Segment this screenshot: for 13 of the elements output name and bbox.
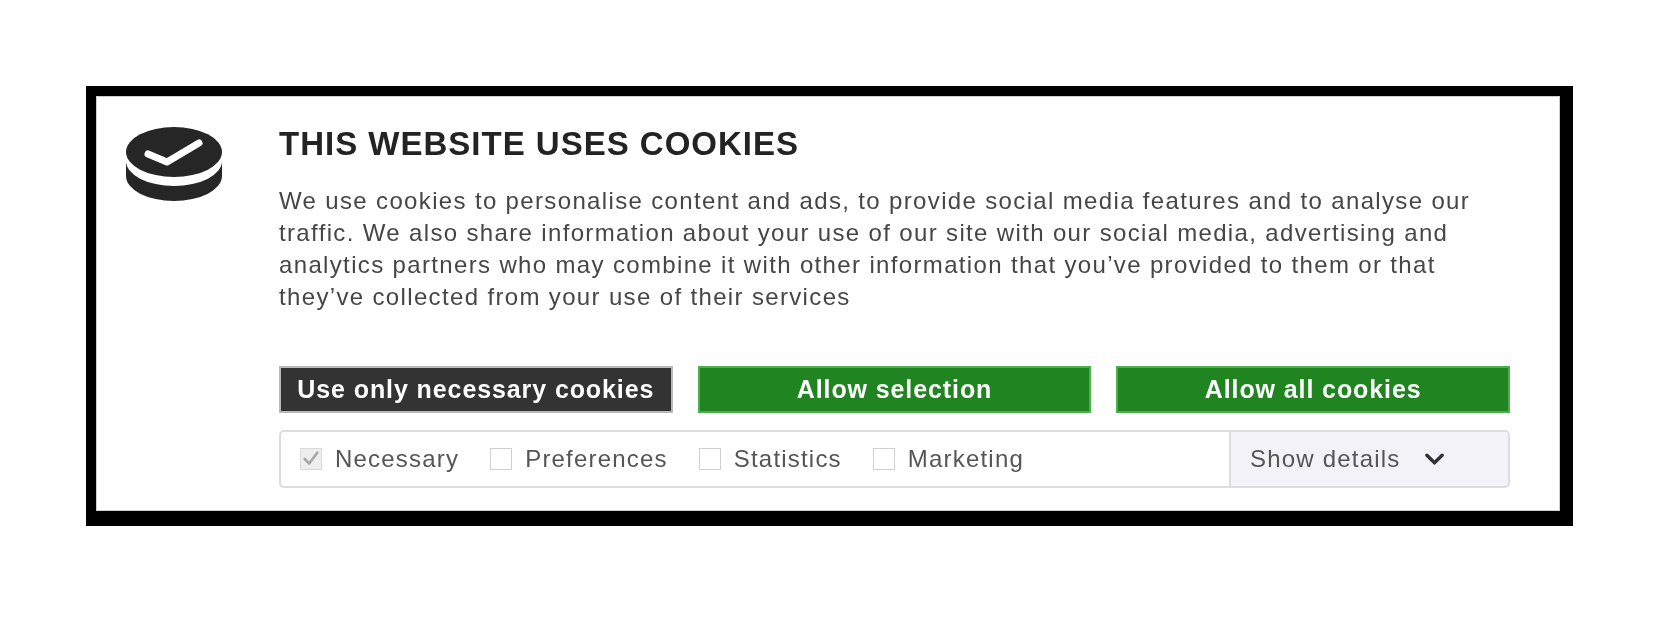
show-details-button[interactable]: Show details: [1229, 432, 1508, 486]
checkbox[interactable]: [490, 448, 513, 470]
consent-button[interactable]: Use only necessary cookies: [279, 366, 673, 413]
banner-title: THIS WEBSITE USES COOKIES: [279, 125, 801, 163]
check-disc-icon: [126, 127, 222, 201]
consent-button[interactable]: Allow all cookies: [1116, 366, 1510, 413]
checkbox[interactable]: [872, 448, 895, 470]
checkbox-label[interactable]: Preferences: [525, 445, 668, 473]
checkbox-label[interactable]: Statistics: [733, 445, 842, 473]
checkbox-label[interactable]: Marketing: [907, 445, 1024, 473]
banner-message: We use cookies to personalise content and ads, to provide social media features and to analyse our traffic. We also share information about your use of our site with our social media, advertising and analytics partners who may combine it with other information that you’ve provided to them or that they’ve collected from your use of their services: [279, 186, 1472, 312]
consent-button[interactable]: Allow selection: [697, 366, 1092, 413]
checkbox[interactable]: [698, 448, 721, 470]
